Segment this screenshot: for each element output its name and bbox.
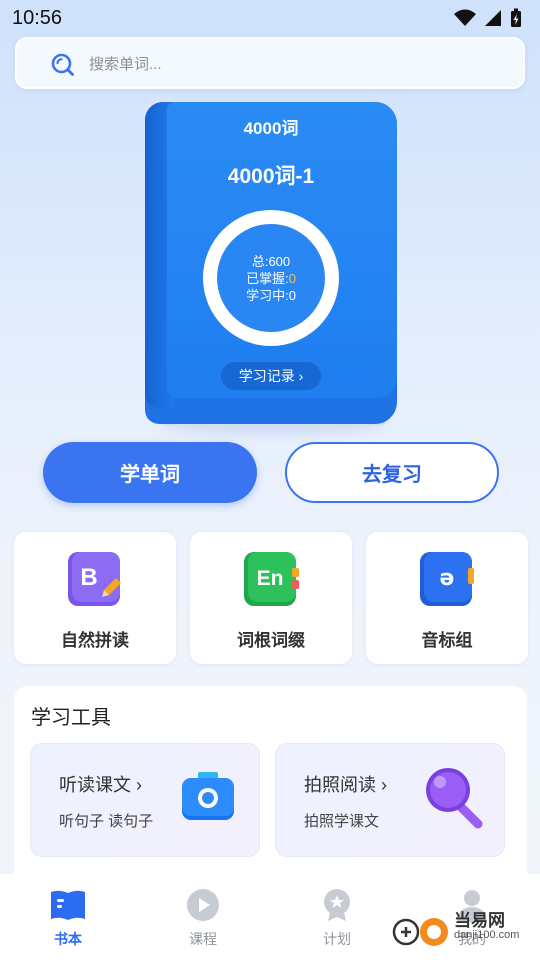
stat-total: 总:600 (251, 253, 291, 269)
feature-label-roots: 词根词缀 (237, 631, 305, 650)
status-bar: 10:56 (0, 0, 540, 36)
roots-book-icon: En (244, 552, 299, 606)
status-icons (454, 8, 522, 28)
nav-label-plan: 计划 (323, 931, 351, 947)
learn-words-button[interactable]: 学单词 (43, 442, 257, 503)
tool-listen-read[interactable]: 听读课文 › 听句子 读句子 (30, 743, 260, 857)
progress-ring: 总:600 已掌握:0 学习中:0 (203, 210, 339, 346)
stat-learning: 学习中:0 (246, 287, 296, 303)
search-icon (51, 53, 74, 76)
stat-mastered-value: 0 (288, 270, 296, 286)
feature-card-roots[interactable]: En 词根词缀 (190, 532, 352, 664)
feature-card-phonetics[interactable]: ə 音标组 (366, 532, 528, 664)
tool-photo-desc: 拍照学课文 (304, 813, 380, 830)
study-tools-title: 学习工具 (31, 707, 111, 729)
award-icon (324, 889, 350, 921)
watermark-line2: danji100.com (454, 929, 520, 941)
watermark-logo (392, 918, 448, 946)
watermark-text: 当易网 danji100.com (454, 906, 540, 941)
wifi-icon (454, 9, 476, 26)
stat-mastered: 已掌握:0 (246, 270, 296, 287)
tool-listen-title: 听读课文 › (59, 775, 142, 795)
watermark-line1: 当易网 (454, 911, 505, 930)
battery-icon (511, 8, 521, 27)
review-button[interactable]: 去复习 (285, 442, 499, 503)
phonics-icon-letter: B (80, 564, 97, 591)
status-time: 10:56 (12, 7, 63, 29)
feature-label-phonetics: 音标组 (421, 631, 473, 650)
feature-card-phonics[interactable]: B 自然拼读 (14, 532, 176, 664)
nav-tab-courses[interactable]: 课程 (163, 888, 243, 949)
book-title: 4000词 (243, 119, 299, 138)
signal-icon (485, 10, 501, 26)
nav-label-books: 书本 (54, 931, 82, 947)
book-icon (51, 890, 85, 920)
study-record-button[interactable]: 学习记录 › (221, 362, 321, 390)
phonics-book-icon: B (68, 552, 121, 606)
nav-tab-plan[interactable]: 计划 (297, 888, 377, 949)
tool-photo-title: 拍照阅读 › (304, 775, 387, 795)
phonetics-icon-letter: ə (440, 566, 455, 591)
camera-icon (182, 772, 234, 820)
tool-listen-desc: 听句子 读句子 (59, 813, 154, 830)
roots-icon-letter: En (257, 567, 284, 590)
play-icon (187, 889, 219, 921)
phonetics-book-icon: ə (420, 552, 474, 606)
tool-photo-read[interactable]: 拍照阅读 › 拍照学课文 (275, 743, 505, 857)
stat-mastered-label: 已掌握: (246, 270, 289, 286)
feature-label-phonics: 自然拼读 (61, 631, 129, 650)
progress-stats: 总:600 已掌握:0 学习中:0 (217, 224, 325, 332)
book-unit-title: 4000词-1 (227, 165, 315, 188)
search-bar[interactable] (15, 37, 525, 89)
nav-label-courses: 课程 (189, 931, 217, 947)
site-watermark: 当易网 danji100.com (392, 911, 519, 952)
search-input[interactable] (87, 51, 491, 77)
study-tools-panel: 学习工具 听读课文 › 听句子 读句子 拍照阅读 › 拍照学课文 (14, 686, 527, 886)
magnifier-icon (426, 768, 483, 829)
nav-tab-books[interactable]: 书本 (28, 888, 108, 949)
